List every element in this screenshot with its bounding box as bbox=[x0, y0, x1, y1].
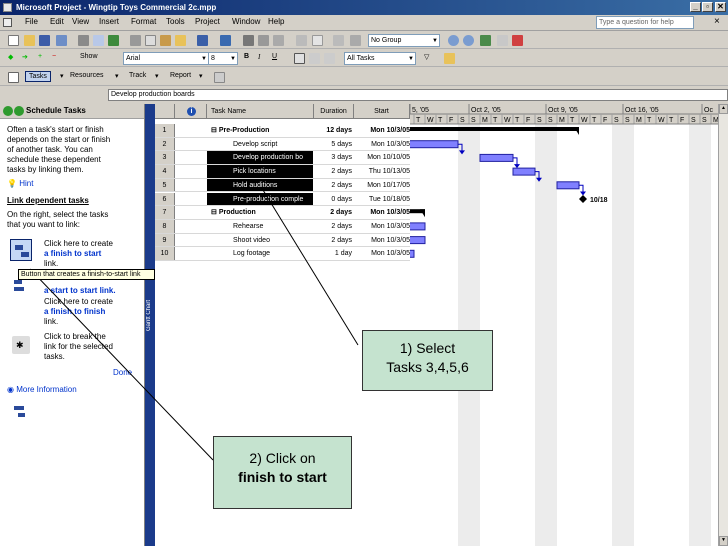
tooltip: Button that creates a finish-to-start li… bbox=[18, 269, 155, 280]
callout1-line2: Tasks 3,4,5,6 bbox=[386, 359, 469, 375]
callout2-line1: 2) Click on bbox=[249, 450, 316, 466]
callout1-line1: 1) Select bbox=[399, 340, 456, 356]
callout2-line2: finish to start bbox=[238, 469, 327, 485]
callout-finish-to-start: 2) Click on finish to start bbox=[213, 436, 352, 509]
callout1-line bbox=[262, 189, 359, 346]
callout2-line bbox=[29, 268, 214, 461]
callout-select-tasks: 1) Select Tasks 3,4,5,6 bbox=[362, 330, 493, 391]
